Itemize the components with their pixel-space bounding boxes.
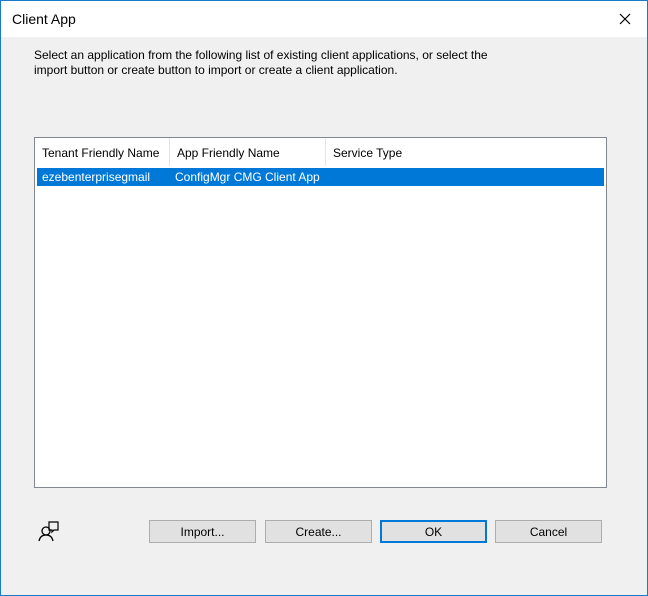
close-icon (619, 13, 631, 25)
window-title: Client App (12, 11, 76, 27)
column-header-app[interactable]: App Friendly Name (170, 138, 326, 166)
cell-app: ConfigMgr CMG Client App (175, 170, 320, 184)
title-bar: Client App (1, 1, 647, 37)
table-row[interactable]: ezebenterprisegmail ConfigMgr CMG Client… (37, 168, 604, 186)
list-header: Tenant Friendly Name App Friendly Name S… (35, 138, 606, 166)
import-button[interactable]: Import... (149, 520, 256, 543)
cell-service-type (326, 168, 481, 186)
close-button[interactable] (603, 1, 647, 37)
cell-tenant: ezebenterprisegmail (42, 170, 151, 184)
client-apps-list[interactable]: Tenant Friendly Name App Friendly Name S… (34, 137, 607, 488)
user-help-icon (38, 521, 59, 542)
client-app-dialog: Client App Select an application from th… (0, 0, 648, 596)
ok-button[interactable]: OK (380, 520, 487, 543)
create-button[interactable]: Create... (265, 520, 372, 543)
help-button[interactable] (37, 519, 61, 543)
cancel-button[interactable]: Cancel (495, 520, 602, 543)
column-header-tenant[interactable]: Tenant Friendly Name (35, 138, 170, 166)
instructions-text: Select an application from the following… (34, 48, 488, 77)
column-header-service-type[interactable]: Service Type (326, 138, 486, 166)
